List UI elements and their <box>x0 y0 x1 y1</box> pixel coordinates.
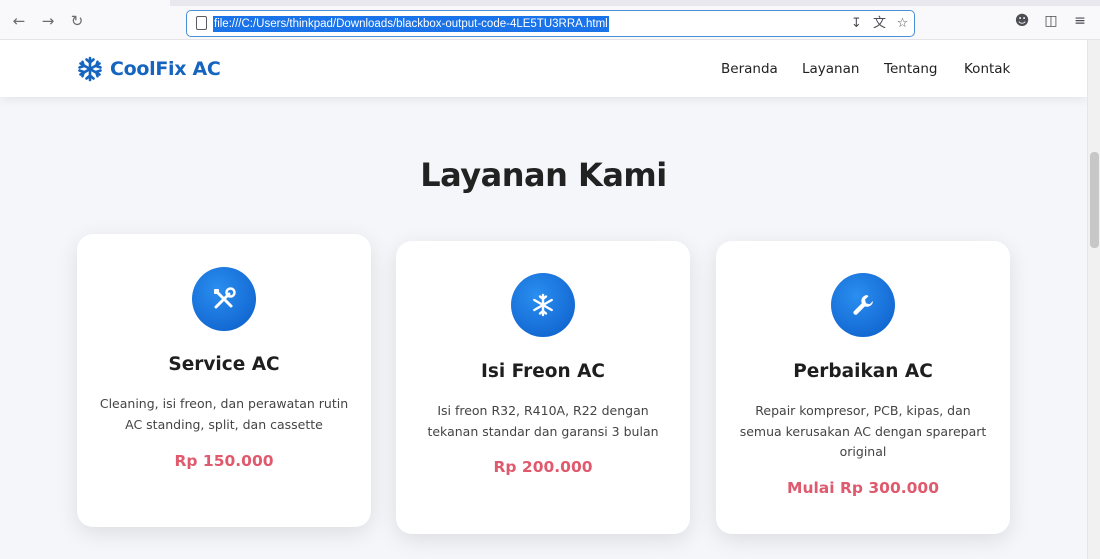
card-price: Mulai Rp 300.000 <box>787 479 939 497</box>
forward-arrow-icon[interactable]: → <box>40 13 56 29</box>
site-header: CoolFix AC Beranda Layanan Tentang Konta… <box>0 40 1087 97</box>
card-title: Service AC <box>168 354 280 375</box>
card-description: Cleaning, isi freon, dan perawatan rutin… <box>99 396 349 432</box>
tools-icon-badge <box>192 267 256 331</box>
card-price: Rp 150.000 <box>174 452 274 470</box>
repair-card[interactable]: Perbaikan AC Repair kompresor, PCB, kipa… <box>716 241 1010 534</box>
card-description: Isi freon R32, R410A, R22 dengan tekanan… <box>427 403 659 439</box>
active-tab[interactable] <box>0 0 170 6</box>
snowflake-icon <box>533 293 553 317</box>
back-arrow-icon[interactable]: ← <box>11 13 27 29</box>
page-viewport: CoolFix AC Beranda Layanan Tentang Konta… <box>0 40 1087 559</box>
nav-link-kontak[interactable]: Kontak <box>964 60 1010 78</box>
snowflake-icon <box>78 56 102 82</box>
tools-icon <box>214 287 236 309</box>
tab-strip <box>0 0 1100 6</box>
nav-link-beranda[interactable]: Beranda <box>721 60 778 78</box>
browser-toolbar: ← → ↻ file:///C:/Users/thinkpad/Download… <box>0 0 1100 40</box>
scrollbar-thumb[interactable] <box>1090 152 1099 248</box>
brand-name: CoolFix AC <box>110 58 221 80</box>
extensions-icon[interactable]: ◫ <box>1043 13 1059 29</box>
page-scrollbar[interactable] <box>1087 40 1100 559</box>
snowflake-icon-badge <box>511 273 575 337</box>
bookmark-star-icon[interactable]: ☆ <box>895 16 910 31</box>
wrench-icon <box>853 295 873 315</box>
section-title: Layanan Kami <box>420 156 667 194</box>
card-description: Repair kompresor, PCB, kipas, dan semua … <box>739 403 987 459</box>
page-icon <box>196 16 207 30</box>
translate-icon[interactable]: 文 <box>872 16 887 31</box>
save-page-icon[interactable]: ↧ <box>849 16 864 31</box>
address-bar[interactable]: file:///C:/Users/thinkpad/Downloads/blac… <box>186 10 915 37</box>
reload-icon[interactable]: ↻ <box>69 13 85 29</box>
account-icon[interactable]: ☻ <box>1014 13 1030 29</box>
wrench-icon-badge <box>831 273 895 337</box>
nav-link-tentang[interactable]: Tentang <box>884 60 938 78</box>
card-title: Isi Freon AC <box>480 361 606 382</box>
url-text[interactable]: file:///C:/Users/thinkpad/Downloads/blac… <box>213 16 609 32</box>
brand-logo[interactable]: CoolFix AC <box>77 56 221 82</box>
menu-icon[interactable]: ≡ <box>1072 13 1088 29</box>
service-card[interactable]: Service AC Cleaning, isi freon, dan pera… <box>77 234 371 527</box>
nav-link-layanan[interactable]: Layanan <box>802 60 859 78</box>
card-price: Rp 200.000 <box>493 458 593 476</box>
card-title: Perbaikan AC <box>793 361 933 382</box>
freon-card[interactable]: Isi Freon AC Isi freon R32, R410A, R22 d… <box>396 241 690 534</box>
